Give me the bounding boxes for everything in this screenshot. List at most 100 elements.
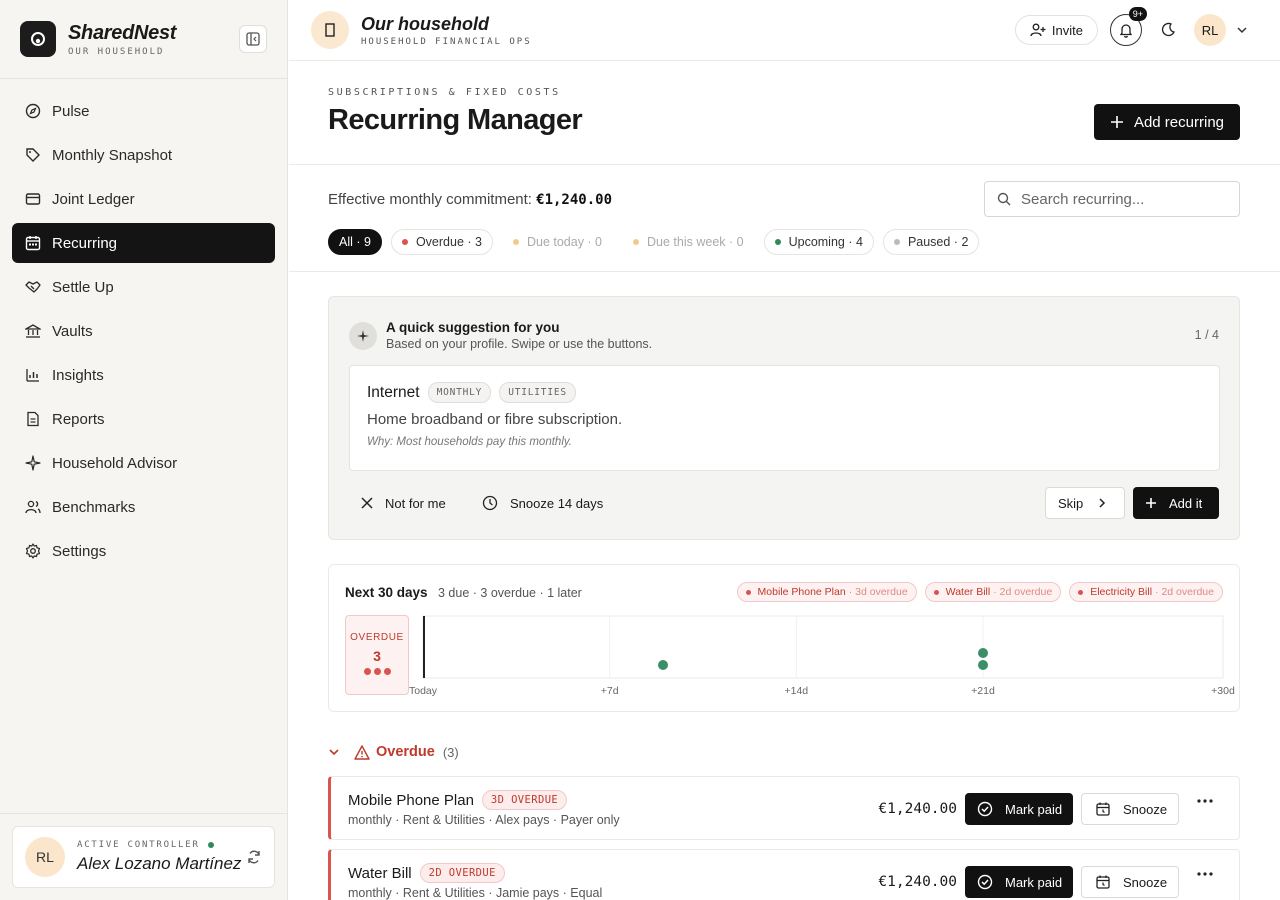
sidebar-item-label: Joint Ledger [52, 190, 135, 208]
sidebar-item-settings[interactable]: Settings [12, 531, 275, 571]
snooze-14-days-label: Snooze 14 days [510, 495, 604, 511]
suggestion-title: A quick suggestion for you [386, 320, 560, 335]
more-options-icon[interactable] [1197, 799, 1213, 803]
filter-chip-overdue[interactable]: Overdue · 3 [390, 229, 493, 255]
suggestion-tag-frequency: MONTHLY [427, 382, 492, 403]
check-circle-icon [977, 874, 993, 890]
sidebar-item-label: Household Advisor [52, 454, 178, 472]
recurring-name: Water Bill [348, 864, 412, 882]
more-options-icon[interactable] [1197, 872, 1213, 876]
card-icon [24, 190, 42, 208]
sidebar-item-pulse[interactable]: Pulse [12, 91, 275, 131]
commitment-label: Effective monthly commitment: [328, 191, 532, 208]
sidebar-item-label: Vaults [52, 322, 93, 340]
snooze-14-days-button[interactable]: Snooze 14 days [482, 487, 603, 519]
filter-chip-label: Upcoming · 4 [788, 235, 863, 249]
timeline-item-dot[interactable] [978, 660, 988, 670]
timeline-track: Today +7d +14d +21d +30d [409, 615, 1235, 697]
skip-label: Skip [1058, 495, 1084, 511]
suggestion-reason: Why: Most households pay this monthly. [367, 436, 572, 448]
active-controller[interactable]: RL ACTIVE CONTROLLER Alex Lozano Martíne… [12, 826, 275, 888]
sidebar-item-label: Insights [52, 366, 104, 384]
bell-icon [1118, 22, 1134, 38]
sidebar-item-label: Recurring [52, 234, 118, 252]
sidebar-item-label: Settings [52, 542, 107, 560]
snooze-button[interactable]: Snooze [1081, 793, 1179, 825]
recurring-name: Mobile Phone Plan [348, 791, 474, 809]
add-recurring-button[interactable]: Add recurring [1093, 104, 1240, 140]
filter-chip-label: Overdue · 3 [415, 235, 482, 249]
sidebar-item-household-advisor[interactable]: Household Advisor [12, 443, 275, 483]
timeline-item-dot[interactable] [978, 648, 988, 658]
not-for-me-button[interactable]: Not for me [361, 487, 446, 519]
recurring-row[interactable]: Mobile Phone Plan 3D OVERDUE monthly · Ren… [328, 776, 1240, 840]
invite-label: Invite [1051, 22, 1083, 38]
compass-icon [24, 102, 42, 120]
page-header: SUBSCRIPTIONS & FIXED COSTS Recurring Ma… [289, 61, 1280, 165]
filter-bar: Effective monthly commitment: €1,240.00 … [289, 165, 1280, 272]
timeline-frame [422, 615, 1224, 679]
brand-sub: OUR HOUSEHOLD [68, 46, 165, 57]
gear-icon [24, 542, 42, 560]
calendar-icon [24, 234, 42, 252]
status-dot [893, 239, 900, 245]
suggestion-name: Internet [367, 383, 420, 401]
handshake-icon [24, 278, 42, 296]
filter-chip-label: All · 9 [339, 235, 371, 249]
moon-icon[interactable] [1160, 22, 1176, 38]
brand-name: SharedNest [68, 21, 177, 44]
filter-chip-due-this-week[interactable]: Due this week · 0 [622, 229, 755, 255]
timeline-item-dot[interactable] [658, 660, 668, 670]
user-avatar[interactable]: RL [1194, 14, 1226, 46]
controller-label: ACTIVE CONTROLLER [77, 840, 246, 850]
sidebar-item-insights[interactable]: Insights [12, 355, 275, 395]
plus-icon [1145, 497, 1157, 509]
overdue-section-count: (3) [442, 744, 459, 760]
overdue-badge: 3D OVERDUE [481, 790, 568, 810]
status-dot [633, 239, 640, 245]
chevron-right-icon [1097, 497, 1107, 509]
filter-chip-label: Paused · 2 [907, 235, 969, 249]
recurring-amount: €1,240.00 [878, 801, 957, 817]
snooze-button[interactable]: Snooze [1081, 866, 1179, 898]
skip-button[interactable]: Skip [1045, 487, 1125, 519]
sidebar-item-vaults[interactable]: Vaults [12, 311, 275, 351]
filter-chip-label: Due today · 0 [526, 235, 603, 249]
sidebar-item-recurring[interactable]: Recurring [12, 223, 275, 263]
search-box[interactable] [984, 181, 1240, 217]
timeline-tick-label: +30d [1211, 685, 1235, 697]
overdue-section-header[interactable]: Overdue (3) [328, 744, 459, 760]
snooze-label: Snooze [1123, 874, 1168, 890]
filter-chip-due-today[interactable]: Due today · 0 [501, 229, 614, 255]
brand-logo-icon [20, 21, 56, 57]
mark-paid-label: Mark paid [1005, 801, 1063, 817]
add-it-button[interactable]: Add it [1133, 487, 1219, 519]
sidebar-item-benchmarks[interactable]: Benchmarks [12, 487, 275, 527]
bank-icon [24, 322, 42, 340]
switch-controller-icon[interactable] [246, 849, 262, 865]
collapse-sidebar-icon[interactable] [239, 25, 267, 53]
notifications-button[interactable]: 9+ [1110, 7, 1147, 46]
mark-paid-button[interactable]: Mark paid [965, 793, 1073, 825]
sidebar-item-monthly-snapshot[interactable]: Monthly Snapshot [12, 135, 275, 175]
recurring-meta: monthly · Rent & Utilities · Jamie pays … [348, 886, 603, 900]
recurring-row[interactable]: Water Bill 2D OVERDUE monthly · Rent & Uti… [328, 849, 1240, 900]
filter-chip-upcoming[interactable]: Upcoming · 4 [763, 229, 874, 255]
household-title: Our household [361, 13, 489, 34]
snooze-label: Snooze [1123, 801, 1168, 817]
add-user-icon [1030, 23, 1046, 37]
search-input[interactable] [1021, 190, 1221, 208]
sidebar-item-reports[interactable]: Reports [12, 399, 275, 439]
filter-chip-paused[interactable]: Paused · 2 [882, 229, 980, 255]
mark-paid-button[interactable]: Mark paid [965, 866, 1073, 898]
invite-button[interactable]: Invite [1014, 15, 1098, 45]
filter-chip-all[interactable]: All · 9 [328, 229, 382, 255]
sidebar-item-settle-up[interactable]: Settle Up [12, 267, 275, 307]
recurring-meta: monthly · Rent & Utilities · Alex pays ·… [348, 813, 620, 827]
sparkle-icon [24, 454, 42, 472]
chevron-down-icon[interactable] [1236, 24, 1248, 36]
plus-icon [1110, 115, 1124, 129]
suggestion-card[interactable]: Internet MONTHLY UTILITIES Home broadban… [349, 365, 1220, 471]
users-icon [24, 498, 42, 516]
sidebar-item-joint-ledger[interactable]: Joint Ledger [12, 179, 275, 219]
